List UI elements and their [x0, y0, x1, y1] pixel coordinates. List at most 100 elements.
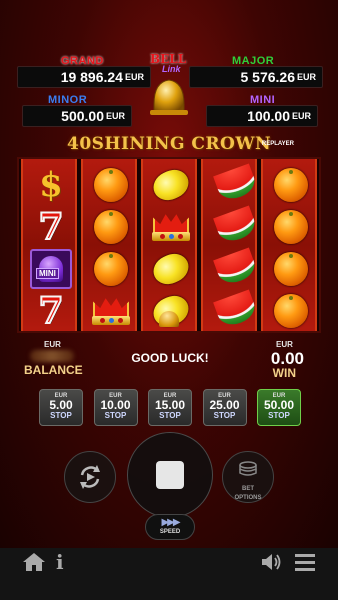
reel-symbol [147, 248, 195, 290]
minor-jackpot: 500.00 EUR [22, 105, 132, 127]
stop-button-4[interactable]: EUR 25.00 STOP [202, 389, 247, 426]
watermelon-symbol [212, 170, 250, 200]
reel-symbol [207, 249, 255, 289]
stop-label: STOP [159, 411, 181, 420]
reel-symbol [267, 249, 315, 289]
speed-button[interactable]: ▶▶▶ SPEED [145, 514, 195, 540]
stop-square-icon [156, 461, 184, 489]
reel-1: $7 MINI 7 [21, 159, 77, 331]
minor-value: 500.00 [61, 108, 104, 124]
spin-stop-button[interactable] [127, 432, 213, 518]
reel-symbol [267, 165, 315, 205]
lemon-symbol [148, 164, 194, 206]
speed-label: SPEED [159, 529, 181, 535]
dollar-symbol: $ [39, 165, 63, 205]
mini-value: 100.00 [247, 108, 290, 124]
volume-icon[interactable] [260, 552, 282, 572]
stop-label: STOP [50, 411, 72, 420]
balance-label: BALANCE [24, 363, 83, 377]
orange-symbol [94, 168, 128, 202]
seven-symbol: 7 [37, 290, 64, 332]
bell-mini-symbol: MINI [30, 249, 72, 289]
mini-jackpot: 100.00 EUR [206, 105, 318, 127]
stop-label: STOP [104, 411, 127, 420]
reel-symbol: 7 [27, 291, 75, 331]
watermelon-symbol [212, 254, 250, 284]
reel-symbol [147, 207, 195, 247]
mini-currency: EUR [291, 111, 311, 121]
orange-symbol [274, 210, 308, 244]
status-message: GOOD LUCK! [131, 351, 209, 365]
seven-symbol: 7 [37, 206, 64, 248]
win-label: WIN [272, 366, 296, 380]
orange-symbol [274, 168, 308, 202]
reel-5 [261, 159, 317, 331]
orange-symbol [94, 252, 128, 286]
coins-icon [239, 461, 257, 476]
reels-area: $7 MINI 7 [17, 157, 321, 333]
orange-symbol [274, 294, 308, 328]
watermelon-symbol [212, 212, 250, 242]
stop-button-3[interactable]: EUR 15.00 STOP [148, 389, 192, 426]
grand-value: 19 896.24 [60, 69, 123, 85]
stop-amount: 10.00 [100, 398, 131, 412]
bottom-bar: i [0, 548, 338, 600]
stop-label: STOP [213, 411, 236, 420]
reel-symbol [207, 207, 255, 247]
bell-link-logo: BELL Link [140, 52, 198, 116]
major-jackpot: 5 576.26 EUR [189, 66, 323, 88]
golden-bell-icon [159, 311, 179, 327]
speed-arrows-icon: ▶▶▶ [161, 517, 180, 528]
reel-symbol [207, 291, 255, 331]
stop-label: STOP [268, 411, 290, 420]
reel-symbol: 7 [27, 207, 75, 247]
orange-symbol [94, 210, 128, 244]
reel-symbol [87, 207, 135, 247]
replayer-label: REPLAYER [261, 141, 294, 147]
watermelon-symbol [212, 296, 250, 326]
reel-symbol: MINI [27, 249, 75, 289]
bet-options-label-2: OPTIONS [234, 495, 262, 501]
bet-stop-buttons: EUR 5.00 STOP EUR 10.00 STOP EUR 15.00 S… [39, 389, 301, 427]
menu-icon[interactable] [294, 552, 316, 572]
stop-button-5[interactable]: EUR 50.00 STOP [257, 389, 301, 426]
balance-currency: EUR [44, 340, 61, 349]
win-currency: EUR [276, 340, 293, 349]
balance-value-obscured [30, 350, 74, 362]
reel-4 [201, 159, 257, 331]
reel-symbol [147, 164, 195, 206]
grand-jackpot: 19 896.24 EUR [17, 66, 151, 88]
major-value: 5 576.26 [240, 69, 295, 85]
home-icon[interactable] [22, 552, 46, 572]
stop-button-2[interactable]: EUR 10.00 STOP [93, 389, 138, 426]
logo-link-text: Link [162, 64, 181, 74]
crown-symbol [91, 294, 131, 328]
stop-amount: 25.00 [209, 398, 240, 412]
stop-amount: 15.00 [154, 398, 186, 412]
stop-amount: 5.00 [49, 398, 73, 412]
autoplay-button[interactable] [64, 451, 116, 503]
orange-symbol [274, 252, 308, 286]
reel-symbol: $ [27, 165, 75, 205]
bet-options-label-1: BET [242, 486, 254, 492]
minor-currency: EUR [105, 111, 125, 121]
game-area: GRAND 19 896.24 EUR MAJOR 5 576.26 EUR M… [0, 0, 338, 548]
reel-symbol [87, 291, 135, 331]
crown-symbol [151, 210, 191, 244]
info-icon[interactable]: i [56, 550, 64, 574]
major-currency: EUR [296, 72, 316, 82]
reel-3 [141, 159, 197, 332]
autoplay-icon [80, 465, 100, 489]
game-title: 40SHINING CROWN [66, 134, 271, 154]
reel-symbol [267, 291, 315, 331]
reel-symbol [267, 207, 315, 247]
stop-button-1[interactable]: EUR 5.00 STOP [39, 389, 83, 426]
reel-2 [81, 159, 137, 331]
bet-options-button[interactable]: BET OPTIONS [222, 451, 274, 503]
stop-amount: 50.00 [263, 398, 295, 412]
reel-symbol [207, 165, 255, 205]
reel-symbol [87, 165, 135, 205]
mini-tag: MINI [36, 268, 59, 279]
lemon-symbol [148, 248, 194, 290]
reel-symbol [87, 249, 135, 289]
